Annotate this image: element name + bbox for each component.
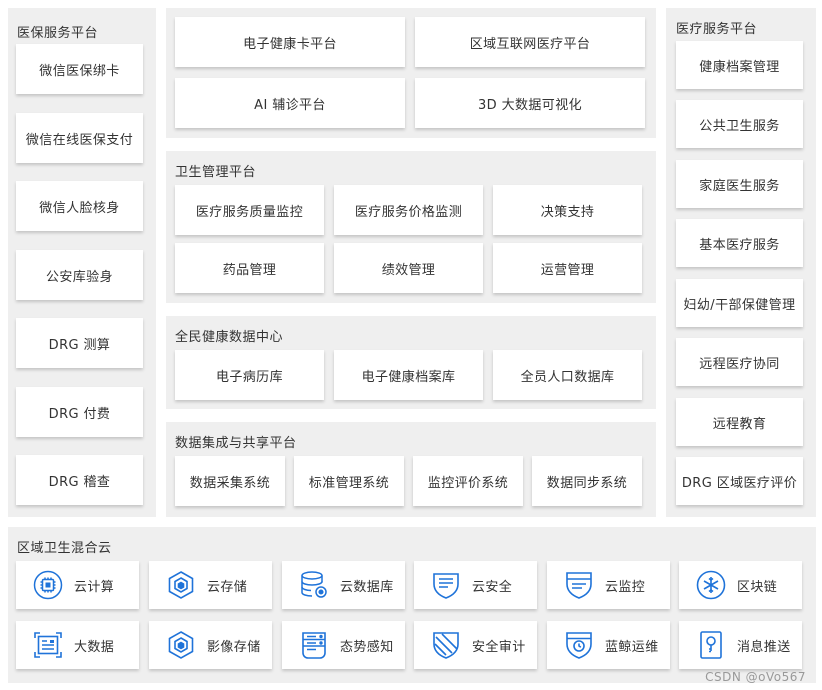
performance-management[interactable]: 绩效管理: [334, 243, 483, 293]
insurance-item-drg-calc[interactable]: DRG 测算: [16, 318, 143, 368]
drg-regional-evaluation[interactable]: DRG 区域医疗评价: [676, 457, 803, 505]
watermark: CSDN @oVo567: [705, 670, 806, 684]
ai-diagnosis-platform[interactable]: AI 辅诊平台: [175, 78, 405, 128]
shield-icon: [433, 573, 459, 599]
blockchain-label: 区块链: [737, 579, 778, 595]
decision-support[interactable]: 决策支持: [493, 185, 642, 235]
cloud-storage-label: 云存储: [207, 579, 248, 595]
database-icon: [301, 571, 327, 598]
data-sync-system[interactable]: 数据同步系统: [532, 456, 642, 506]
data-integration-title: 数据集成与共享平台: [175, 436, 297, 451]
insurance-item-drg-pay[interactable]: DRG 付费: [16, 387, 143, 437]
health-data-center-panel: 全民健康数据中心 电子病历库 电子健康档案库 全员人口数据库: [166, 316, 656, 409]
medical-service-panel: 医疗服务平台 健康档案管理 公共卫生服务 家庭医生服务 基本医疗服务 妇幼/干部…: [666, 8, 816, 517]
hybrid-cloud-title: 区域卫生混合云: [17, 541, 112, 556]
top-platform-group: 电子健康卡平台 区域互联网医疗平台 AI 辅诊平台 3D 大数据可视化: [166, 8, 656, 138]
blockchain-item[interactable]: 区块链: [679, 561, 802, 609]
ehr-database[interactable]: 电子健康档案库: [334, 350, 483, 400]
chip-icon: [33, 570, 63, 600]
insurance-item-wechat-card[interactable]: 微信医保绑卡: [16, 44, 143, 94]
security-audit-label: 安全审计: [472, 639, 526, 655]
message-push-item[interactable]: 消息推送: [679, 621, 802, 669]
health-record-management[interactable]: 健康档案管理: [676, 41, 803, 89]
data-integration-panel: 数据集成与共享平台 数据采集系统 标准管理系统 监控评价系统 数据同步系统: [166, 422, 656, 517]
telemedicine-collab[interactable]: 远程医疗协同: [676, 338, 803, 386]
cloud-monitor-item[interactable]: 云监控: [547, 561, 670, 609]
health-data-center-title: 全民健康数据中心: [175, 330, 284, 345]
internet-medical-platform[interactable]: 区域互联网医疗平台: [415, 17, 645, 67]
population-database[interactable]: 全员人口数据库: [493, 350, 642, 400]
3d-bigdata-visual[interactable]: 3D 大数据可视化: [415, 78, 645, 128]
cloud-security-label: 云安全: [472, 579, 513, 595]
health-management-title: 卫生管理平台: [175, 165, 257, 180]
medical-quality-monitor[interactable]: 医疗服务质量监控: [175, 185, 324, 235]
remote-education[interactable]: 远程教育: [676, 398, 803, 446]
basic-medical-service[interactable]: 基本医疗服务: [676, 219, 803, 267]
drug-management[interactable]: 药品管理: [175, 243, 324, 293]
cloud-database-label: 云数据库: [340, 579, 394, 595]
medical-price-monitor[interactable]: 医疗服务价格监测: [334, 185, 483, 235]
big-data-label: 大数据: [74, 639, 115, 655]
family-doctor-service[interactable]: 家庭医生服务: [676, 160, 803, 208]
message-push-label: 消息推送: [737, 639, 791, 655]
standard-management-system[interactable]: 标准管理系统: [294, 456, 404, 506]
hexagon-image-icon: [168, 631, 194, 659]
cloud-storage-item[interactable]: 云存储: [149, 561, 272, 609]
cloud-security-item[interactable]: 云安全: [414, 561, 537, 609]
insurance-item-police-verify[interactable]: 公安库验身: [16, 250, 143, 300]
hybrid-cloud-panel: 区域卫生混合云 云计算 云存储 云数据库 云安全 云监控 区块链 大数据 影像存…: [8, 527, 816, 683]
e-health-card-platform[interactable]: 电子健康卡平台: [175, 17, 405, 67]
cloud-monitor-label: 云监控: [605, 579, 646, 595]
bigdata-icon: [34, 632, 62, 658]
monitor-evaluation-system[interactable]: 监控评价系统: [413, 456, 523, 506]
operation-management[interactable]: 运营管理: [493, 243, 642, 293]
image-storage-label: 影像存储: [207, 639, 261, 655]
emr-database[interactable]: 电子病历库: [175, 350, 324, 400]
cloud-compute-item[interactable]: 云计算: [16, 561, 139, 609]
audit-shield-icon: [433, 632, 459, 659]
shield-monitor-icon: [566, 572, 592, 599]
hexagon-storage-icon: [168, 571, 194, 599]
health-management-panel: 卫生管理平台 医疗服务质量监控 医疗服务价格监测 决策支持 药品管理 绩效管理 …: [166, 151, 656, 303]
maternal-cadre-health[interactable]: 妇幼/干部保健管理: [676, 279, 803, 327]
insurance-platform-panel: 医保服务平台 微信医保绑卡 微信在线医保支付 微信人脸核身 公安库验身 DRG …: [8, 8, 156, 517]
snowflake-icon: [696, 570, 726, 600]
cloud-compute-label: 云计算: [74, 579, 115, 595]
insurance-item-drg-audit[interactable]: DRG 稽查: [16, 455, 143, 505]
security-audit-item[interactable]: 安全审计: [414, 621, 537, 669]
situation-awareness-item[interactable]: 态势感知: [282, 621, 405, 669]
cloud-database-item[interactable]: 云数据库: [282, 561, 405, 609]
ops-shield-icon: [566, 632, 592, 659]
medical-service-title: 医疗服务平台: [676, 22, 758, 37]
public-health-service[interactable]: 公共卫生服务: [676, 100, 803, 148]
situation-awareness-label: 态势感知: [340, 639, 394, 655]
server-icon: [302, 632, 326, 659]
insurance-platform-title: 医保服务平台: [17, 26, 99, 41]
insurance-item-online-pay[interactable]: 微信在线医保支付: [16, 113, 143, 163]
bluewhale-ops-item[interactable]: 蓝鲸运维: [547, 621, 670, 669]
message-icon: [700, 631, 722, 659]
image-storage-item[interactable]: 影像存储: [149, 621, 272, 669]
bluewhale-ops-label: 蓝鲸运维: [605, 639, 659, 655]
big-data-item[interactable]: 大数据: [16, 621, 139, 669]
data-collection-system[interactable]: 数据采集系统: [175, 456, 285, 506]
insurance-item-face-verify[interactable]: 微信人脸核身: [16, 181, 143, 231]
